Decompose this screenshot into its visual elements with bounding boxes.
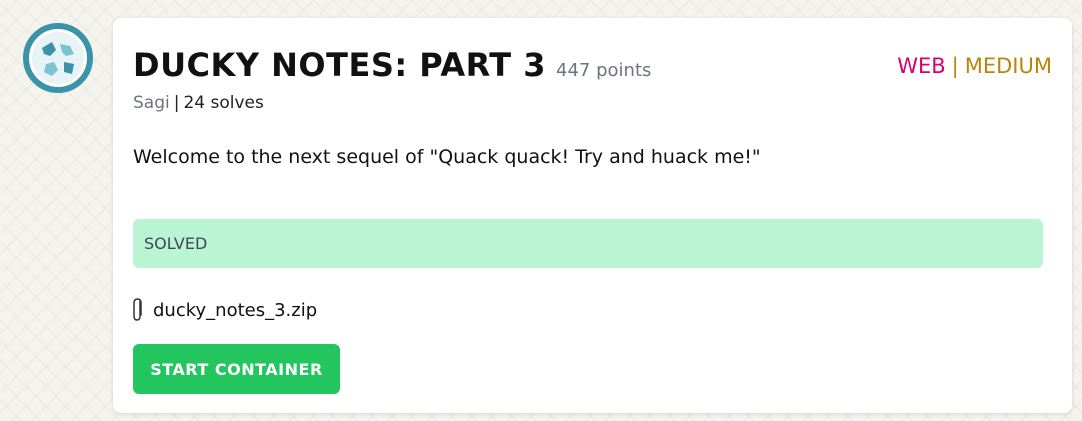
- challenge-meta: Sagi | 24 solves: [133, 93, 264, 113]
- meta-separator: |: [173, 93, 180, 113]
- challenge-description: Welcome to the next sequel of "Quack qua…: [133, 146, 761, 168]
- author-name: Sagi: [133, 93, 170, 113]
- tag-separator: |: [951, 54, 959, 78]
- challenge-tags: WEB | MEDIUM: [897, 54, 1052, 78]
- paperclip-icon: [133, 298, 142, 321]
- solves-count: 24 solves: [183, 93, 264, 113]
- category-tag: WEB: [897, 54, 946, 78]
- challenge-title: DUCKY NOTES: PART 3: [133, 46, 547, 84]
- file-attachment[interactable]: ducky_notes_3.zip: [131, 296, 317, 324]
- challenge-points: 447 points: [556, 60, 652, 81]
- title-row: DUCKY NOTES: PART 3 447 points: [133, 46, 651, 84]
- file-name-link[interactable]: ducky_notes_3.zip: [153, 300, 317, 321]
- start-container-button[interactable]: START CONTAINER: [133, 344, 340, 394]
- difficulty-tag: MEDIUM: [964, 54, 1052, 78]
- globe-avatar-icon: [23, 23, 93, 93]
- challenge-card: DUCKY NOTES: PART 3 447 points WEB | MEDIU…: [113, 18, 1072, 413]
- solved-status-banner: SOLVED: [133, 219, 1043, 268]
